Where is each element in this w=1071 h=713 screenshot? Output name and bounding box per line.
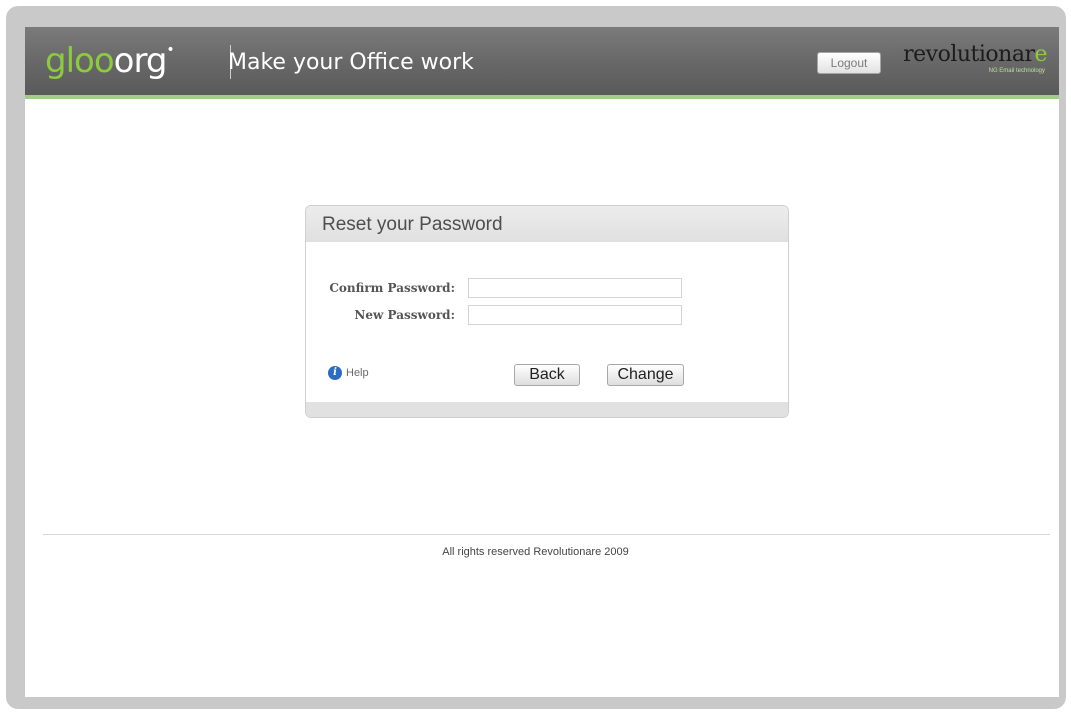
logout-button[interactable]: Logout [817,52,881,74]
back-button[interactable]: Back [514,364,580,386]
change-button[interactable]: Change [607,364,684,386]
help-link[interactable]: i Help [328,364,369,382]
info-icon: i [328,366,342,380]
new-password-input[interactable] [468,305,682,325]
panel-footer-bar [306,402,788,417]
brand-name: revolutionare [903,42,1047,67]
header-tagline: Make your Office work [228,50,474,75]
panel-title-bar: Reset your Password [306,206,788,242]
help-label: Help [346,367,369,379]
revolutionare-brand-logo: revolutionare NG Email technology [897,43,1047,75]
new-password-label: New Password: [354,308,455,322]
panel-title: Reset your Password [322,214,503,235]
footer-divider [43,534,1050,535]
confirm-password-label: Confirm Password: [329,281,455,295]
confirm-password-input[interactable] [468,278,682,298]
app-header: glooorg• Make your Office work Logout re… [25,27,1059,99]
brand-subtitle: NG Email technology [988,68,1045,74]
glooorg-logo[interactable]: glooorg• [45,41,175,81]
reset-password-panel: Reset your Password Confirm Password: Ne… [305,205,789,418]
footer-copyright: All rights reserved Revolutionare 2009 [442,546,629,558]
